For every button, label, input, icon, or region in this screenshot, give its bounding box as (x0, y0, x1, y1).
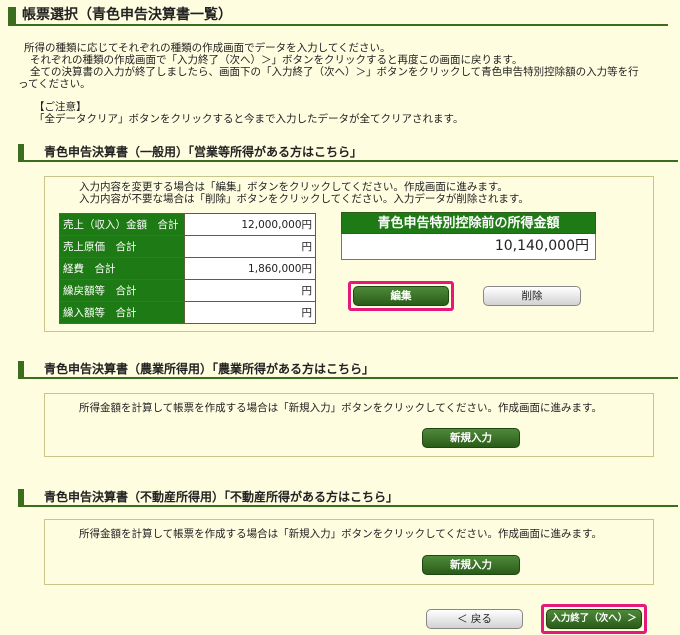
edit-button[interactable]: 編集 (353, 286, 449, 306)
agriculture-panel: 所得金額を計算して帳票を作成する場合は「新規入力」ボタンをクリックしてください。… (44, 393, 654, 457)
table-row: 繰戻額等 合計 円 (59, 279, 316, 302)
agriculture-new-input-button[interactable]: 新規入力 (422, 428, 520, 448)
real-estate-new-input-button[interactable]: 新規入力 (422, 555, 520, 575)
total-value: 10,140,000円 (341, 234, 596, 260)
section-heading-general: 青色申告決算書（一般用）「営業等所得がある方はこちら」 (18, 144, 398, 160)
intro-line: それぞれの種類の作成画面で「入力終了（次へ）＞」ボタンをクリックすると再度この画… (30, 54, 523, 66)
notice-title: 【ご注意】 (34, 101, 87, 113)
agriculture-instruction: 所得金額を計算して帳票を作成する場合は「新規入力」ボタンをクリックしてください。… (79, 402, 603, 414)
row-value: 円 (184, 235, 316, 258)
section-divider (18, 160, 678, 162)
intro-line: ってください。 (18, 78, 91, 90)
row-label: 売上（収入）金額 合計 (59, 213, 185, 236)
row-value: 12,000,000円 (184, 213, 316, 236)
section-divider (18, 377, 678, 379)
instruction-line: 入力内容を変更する場合は「編集」ボタンをクリックしてください。作成画面に進みます… (79, 181, 508, 193)
row-label: 繰戻額等 合計 (59, 279, 185, 302)
intro-line: 全ての決算書の入力が終了しましたら、画面下の「入力終了（次へ）＞」ボタンをクリッ… (30, 66, 639, 78)
page-title: 帳票選択（青色申告決算書一覧） (8, 7, 668, 26)
section-divider (18, 505, 678, 507)
intro-text: 所得の種類に応じてそれぞれの種類の作成画面でデータを入力してください。 それぞれ… (18, 42, 672, 90)
row-label: 売上原価 合計 (59, 235, 185, 258)
notice-text: 「全データクリア」ボタンをクリックすると今まで入力したデータが全てクリアされます… (34, 113, 464, 125)
back-button[interactable]: ＜ 戻る (426, 609, 523, 629)
table-row: 売上（収入）金額 合計 12,000,000円 (59, 213, 316, 236)
row-value: 円 (184, 279, 316, 302)
real-estate-panel: 所得金額を計算して帳票を作成する場合は「新規入力」ボタンをクリックしてください。… (44, 519, 654, 585)
row-label: 経費 合計 (59, 257, 185, 280)
table-row: 経費 合計 1,860,000円 (59, 257, 316, 280)
row-value: 円 (184, 301, 316, 324)
next-button[interactable]: 入力終了（次へ）＞ (546, 609, 642, 629)
section-heading-real-estate: 青色申告決算書（不動産所得用）「不動産所得がある方はこちら」 (18, 489, 438, 505)
table-row: 売上原価 合計 円 (59, 235, 316, 258)
row-value: 1,860,000円 (184, 257, 316, 280)
delete-button[interactable]: 削除 (483, 286, 581, 306)
notice: 【ご注意】 「全データクリア」ボタンをクリックすると今まで入力したデータが全てク… (34, 101, 634, 125)
instruction-line: 入力内容が不要な場合は「削除」ボタンをクリックしてください。入力データが削除され… (79, 193, 529, 205)
section-heading-agriculture: 青色申告決算書（農業所得用）「農業所得がある方はこちら」 (18, 361, 438, 377)
row-label: 繰入額等 合計 (59, 301, 185, 324)
general-instructions: 入力内容を変更する場合は「編集」ボタンをクリックしてください。作成画面に進みます… (79, 181, 529, 205)
total-label: 青色申告特別控除前の所得金額 (341, 212, 596, 234)
intro-line: 所得の種類に応じてそれぞれの種類の作成画面でデータを入力してください。 (24, 42, 391, 54)
amount-table: 売上（収入）金額 合計 12,000,000円 売上原価 合計 円 経費 合計 … (59, 213, 316, 324)
table-row: 繰入額等 合計 円 (59, 301, 316, 324)
real-estate-instruction: 所得金額を計算して帳票を作成する場合は「新規入力」ボタンをクリックしてください。… (79, 528, 603, 540)
